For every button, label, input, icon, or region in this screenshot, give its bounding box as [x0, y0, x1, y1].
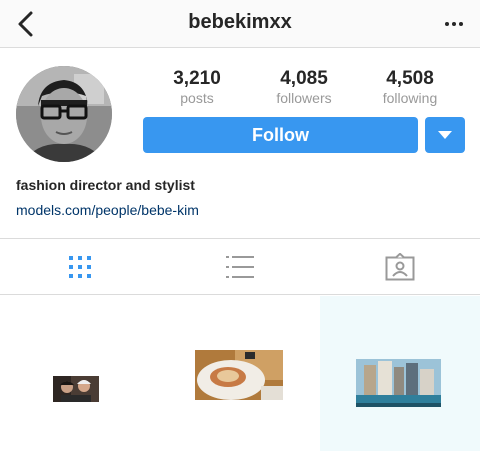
post-thumbnail — [356, 359, 441, 407]
grid-icon — [69, 256, 91, 278]
post-tile[interactable] — [160, 296, 320, 451]
stat-following-count: 4,508 — [386, 68, 434, 89]
tab-tagged[interactable] — [320, 239, 480, 295]
bio-link[interactable]: models.com/people/bebe-kim — [16, 202, 199, 218]
more-dot-icon — [445, 22, 449, 26]
stat-followers[interactable]: 4,085 followers — [249, 68, 359, 106]
caret-down-icon — [438, 130, 452, 139]
profile-username: bebekimxx — [188, 11, 292, 33]
stat-followers-count: 4,085 — [280, 68, 328, 89]
chevron-left-icon — [18, 11, 33, 37]
tagged-icon — [385, 253, 415, 281]
bio-text: fashion director and stylist — [16, 177, 195, 193]
more-dot-icon — [452, 22, 456, 26]
list-icon — [226, 256, 254, 278]
stat-posts: 3,210 posts — [142, 68, 252, 106]
top-bar: bebekimxx — [0, 0, 480, 48]
tab-grid[interactable] — [0, 239, 160, 295]
stat-following[interactable]: 4,508 following — [355, 68, 465, 106]
stat-posts-label: posts — [180, 90, 214, 106]
back-button[interactable] — [10, 8, 42, 40]
stat-followers-label: followers — [276, 90, 332, 106]
profile-avatar[interactable] — [16, 66, 112, 162]
post-tile[interactable] — [0, 296, 160, 451]
more-options-button[interactable] — [440, 12, 468, 36]
post-thumbnail — [195, 350, 283, 400]
stat-following-label: following — [382, 90, 438, 106]
more-dot-icon — [459, 22, 463, 26]
stat-posts-count: 3,210 — [173, 68, 221, 89]
suggested-dropdown-button[interactable] — [425, 117, 465, 153]
follow-button[interactable]: Follow — [143, 117, 418, 153]
tab-list[interactable] — [160, 239, 320, 295]
profile-tab-bar — [0, 238, 480, 295]
post-tile[interactable] — [320, 296, 480, 451]
post-thumbnail — [53, 376, 99, 402]
avatar-photo — [16, 66, 112, 162]
